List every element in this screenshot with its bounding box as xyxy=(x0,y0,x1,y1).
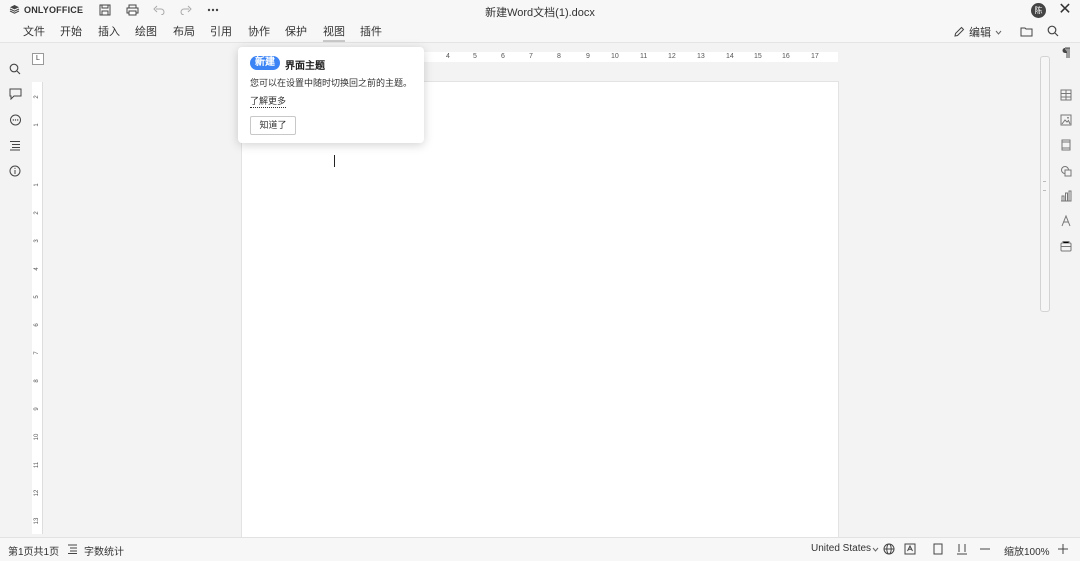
learn-more-link[interactable]: 了解更多 xyxy=(250,94,287,108)
got-it-button[interactable]: 知道了 xyxy=(250,116,296,135)
menu-protection[interactable]: 保护 xyxy=(285,23,307,39)
menu-bar: 文件 开始 插入 绘图 布局 引用 协作 保护 视图 插件 编辑 xyxy=(0,20,1080,43)
save-icon[interactable] xyxy=(97,3,113,17)
ruler-number: 11 xyxy=(34,461,40,469)
ruler-number: 9 xyxy=(586,53,590,60)
menu-home[interactable]: 开始 xyxy=(60,23,82,39)
chevron-down-icon xyxy=(995,30,1002,35)
spellcheck-icon[interactable] xyxy=(903,542,917,556)
language-selector[interactable]: United States xyxy=(811,543,871,554)
word-count-icon[interactable] xyxy=(65,542,79,556)
word-count[interactable]: 字数统计 xyxy=(84,543,124,558)
form-icon[interactable] xyxy=(1058,238,1074,254)
logo-icon xyxy=(9,5,20,14)
undo-icon[interactable] xyxy=(151,3,167,17)
search-icon[interactable] xyxy=(1045,23,1061,39)
ruler-number: 16 xyxy=(782,53,790,60)
ruler-number: 12 xyxy=(668,53,676,60)
menu-plugins[interactable]: 插件 xyxy=(360,23,382,39)
ruler-number: 4 xyxy=(34,267,40,271)
ruler-number: 14 xyxy=(726,53,734,60)
user-avatar[interactable]: 陈 xyxy=(1031,3,1046,18)
ruler-number: 9 xyxy=(34,407,40,411)
edit-mode-label: 编辑 xyxy=(969,27,991,39)
menu-view[interactable]: 视图 xyxy=(323,23,345,42)
redo-icon[interactable] xyxy=(178,3,194,17)
ruler-number: 6 xyxy=(501,53,505,60)
close-icon[interactable]: ✕ xyxy=(1057,2,1073,18)
left-panel xyxy=(0,43,30,537)
search-icon[interactable] xyxy=(7,61,23,77)
ruler-number: 15 xyxy=(754,53,762,60)
ruler-number: 4 xyxy=(446,53,450,60)
image-icon[interactable] xyxy=(1058,112,1074,128)
new-badge: 新建 xyxy=(250,56,280,70)
header-footer-icon[interactable] xyxy=(1058,137,1074,153)
tab-stop-selector[interactable]: L xyxy=(32,53,44,65)
open-location-icon[interactable] xyxy=(1018,23,1034,39)
navigation-icon[interactable] xyxy=(7,137,23,153)
scrollbar-grip[interactable] xyxy=(1043,181,1046,191)
menu-file[interactable]: 文件 xyxy=(23,23,45,39)
table-icon[interactable] xyxy=(1058,87,1074,103)
ruler-number: 10 xyxy=(611,53,619,60)
new-theme-popup: 新建 界面主题 您可以在设置中随时切换回之前的主题。 了解更多 知道了 xyxy=(238,47,424,143)
zoom-level: 缩放100% xyxy=(1004,547,1050,558)
popup-description: 您可以在设置中随时切换回之前的主题。 xyxy=(250,78,413,88)
ruler-number: 3 xyxy=(34,239,40,243)
ruler-number: 12 xyxy=(34,489,40,497)
fit-width-icon[interactable] xyxy=(955,542,969,556)
ruler-number: 8 xyxy=(34,379,40,383)
menu-layout[interactable]: 布局 xyxy=(173,23,195,39)
ruler-number: 8 xyxy=(557,53,561,60)
menu-draw[interactable]: 绘图 xyxy=(135,23,157,39)
ruler-number: 11 xyxy=(640,53,648,60)
more-icon[interactable] xyxy=(205,3,221,17)
zoom-in-icon[interactable] xyxy=(1056,542,1070,556)
ruler-number: 1 xyxy=(34,183,40,187)
chat-icon[interactable] xyxy=(7,112,23,128)
globe-icon[interactable] xyxy=(882,542,896,556)
document-page[interactable] xyxy=(242,82,838,537)
popup-title: 界面主题 xyxy=(285,61,325,72)
menu-references[interactable]: 引用 xyxy=(210,23,232,39)
ruler-number: 7 xyxy=(529,53,533,60)
ruler-number: 5 xyxy=(34,295,40,299)
pencil-icon xyxy=(954,26,965,37)
fit-page-icon[interactable] xyxy=(931,542,945,556)
ruler-number: 5 xyxy=(473,53,477,60)
text-cursor xyxy=(334,155,335,167)
menu-insert[interactable]: 插入 xyxy=(98,23,120,39)
comment-icon[interactable] xyxy=(7,86,23,102)
vertical-scrollbar[interactable] xyxy=(1040,56,1050,312)
chart-icon[interactable] xyxy=(1058,188,1074,204)
vertical-ruler[interactable]: 2 1 1 2 3 4 5 6 7 8 9 10 11 12 13 xyxy=(32,82,43,534)
right-panel xyxy=(1052,43,1080,537)
chevron-down-icon[interactable] xyxy=(868,542,882,556)
ruler-number: 7 xyxy=(34,351,40,355)
shape-icon[interactable] xyxy=(1058,163,1074,179)
status-bar: 第1页共1页 字数统计 United States 缩放100% xyxy=(0,537,1080,561)
ruler-number: 2 xyxy=(34,211,40,215)
menu-collaboration[interactable]: 协作 xyxy=(248,23,270,39)
ruler-number: 1 xyxy=(34,123,40,127)
edit-mode-dropdown[interactable]: 编辑 xyxy=(953,24,1002,40)
info-icon[interactable] xyxy=(7,163,23,179)
paragraph-icon[interactable] xyxy=(1058,45,1074,61)
ruler-number: 13 xyxy=(34,517,40,525)
ruler-number: 17 xyxy=(811,53,819,60)
app-logo: ONLYOFFICE xyxy=(9,4,83,15)
ruler-number: 13 xyxy=(697,53,705,60)
page-info[interactable]: 第1页共1页 xyxy=(8,543,59,558)
print-icon[interactable] xyxy=(124,3,140,17)
ruler-number: 2 xyxy=(34,95,40,99)
text-art-icon[interactable] xyxy=(1058,213,1074,229)
logo-text: ONLYOFFICE xyxy=(24,4,84,15)
zoom-out-icon[interactable] xyxy=(978,542,992,556)
title-bar: ONLYOFFICE 新建Word文档(1).docx 陈 ✕ xyxy=(0,0,1080,20)
ruler-number: 6 xyxy=(34,323,40,327)
ruler-number: 10 xyxy=(34,433,40,441)
